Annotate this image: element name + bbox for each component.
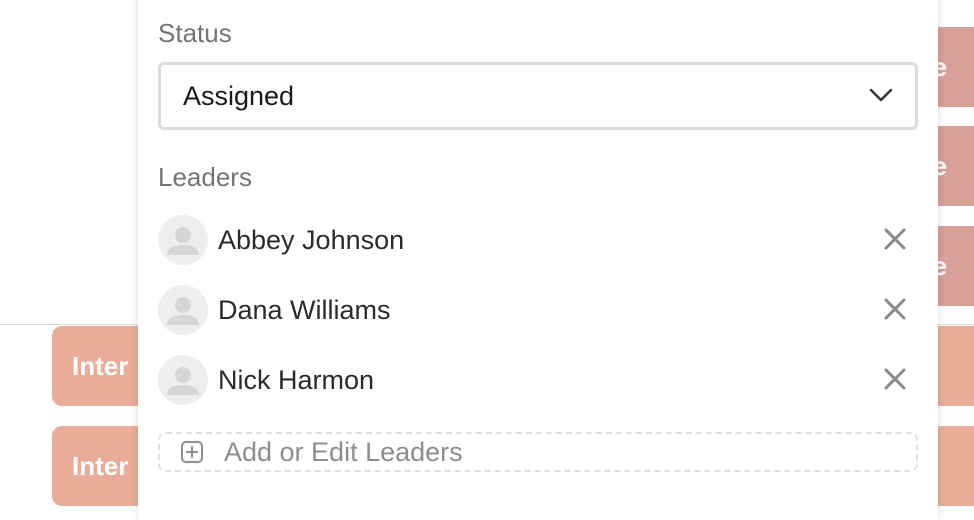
background-chip-label: Inter	[72, 451, 129, 481]
leader-name: Dana Williams	[218, 294, 391, 325]
chevron-down-icon	[869, 88, 893, 102]
close-icon[interactable]	[882, 366, 908, 392]
leader-row: Nick Harmon	[158, 354, 918, 406]
add-or-edit-leaders-button[interactable]: Add or Edit Leaders	[158, 432, 918, 472]
leader-name: Abbey Johnson	[218, 224, 405, 255]
leader-name: Nick Harmon	[218, 364, 375, 395]
edit-panel: Status Assigned Leaders Abbey Johnson Da…	[138, 0, 938, 520]
leader-row: Dana Williams	[158, 284, 918, 336]
close-icon[interactable]	[882, 226, 908, 252]
user-avatar-icon	[158, 215, 208, 265]
user-avatar-icon	[158, 285, 208, 335]
background-chip-label: Inter	[72, 351, 129, 381]
close-icon[interactable]	[882, 296, 908, 322]
leaders-label: Leaders	[158, 162, 252, 192]
status-label: Status	[158, 18, 232, 48]
plus-square-icon	[181, 441, 203, 463]
add-leaders-label: Add or Edit Leaders	[224, 436, 463, 467]
status-selected-value: Assigned	[183, 80, 295, 111]
status-select[interactable]: Assigned	[158, 62, 918, 130]
leader-row: Abbey Johnson	[158, 214, 918, 266]
user-avatar-icon	[158, 355, 208, 405]
